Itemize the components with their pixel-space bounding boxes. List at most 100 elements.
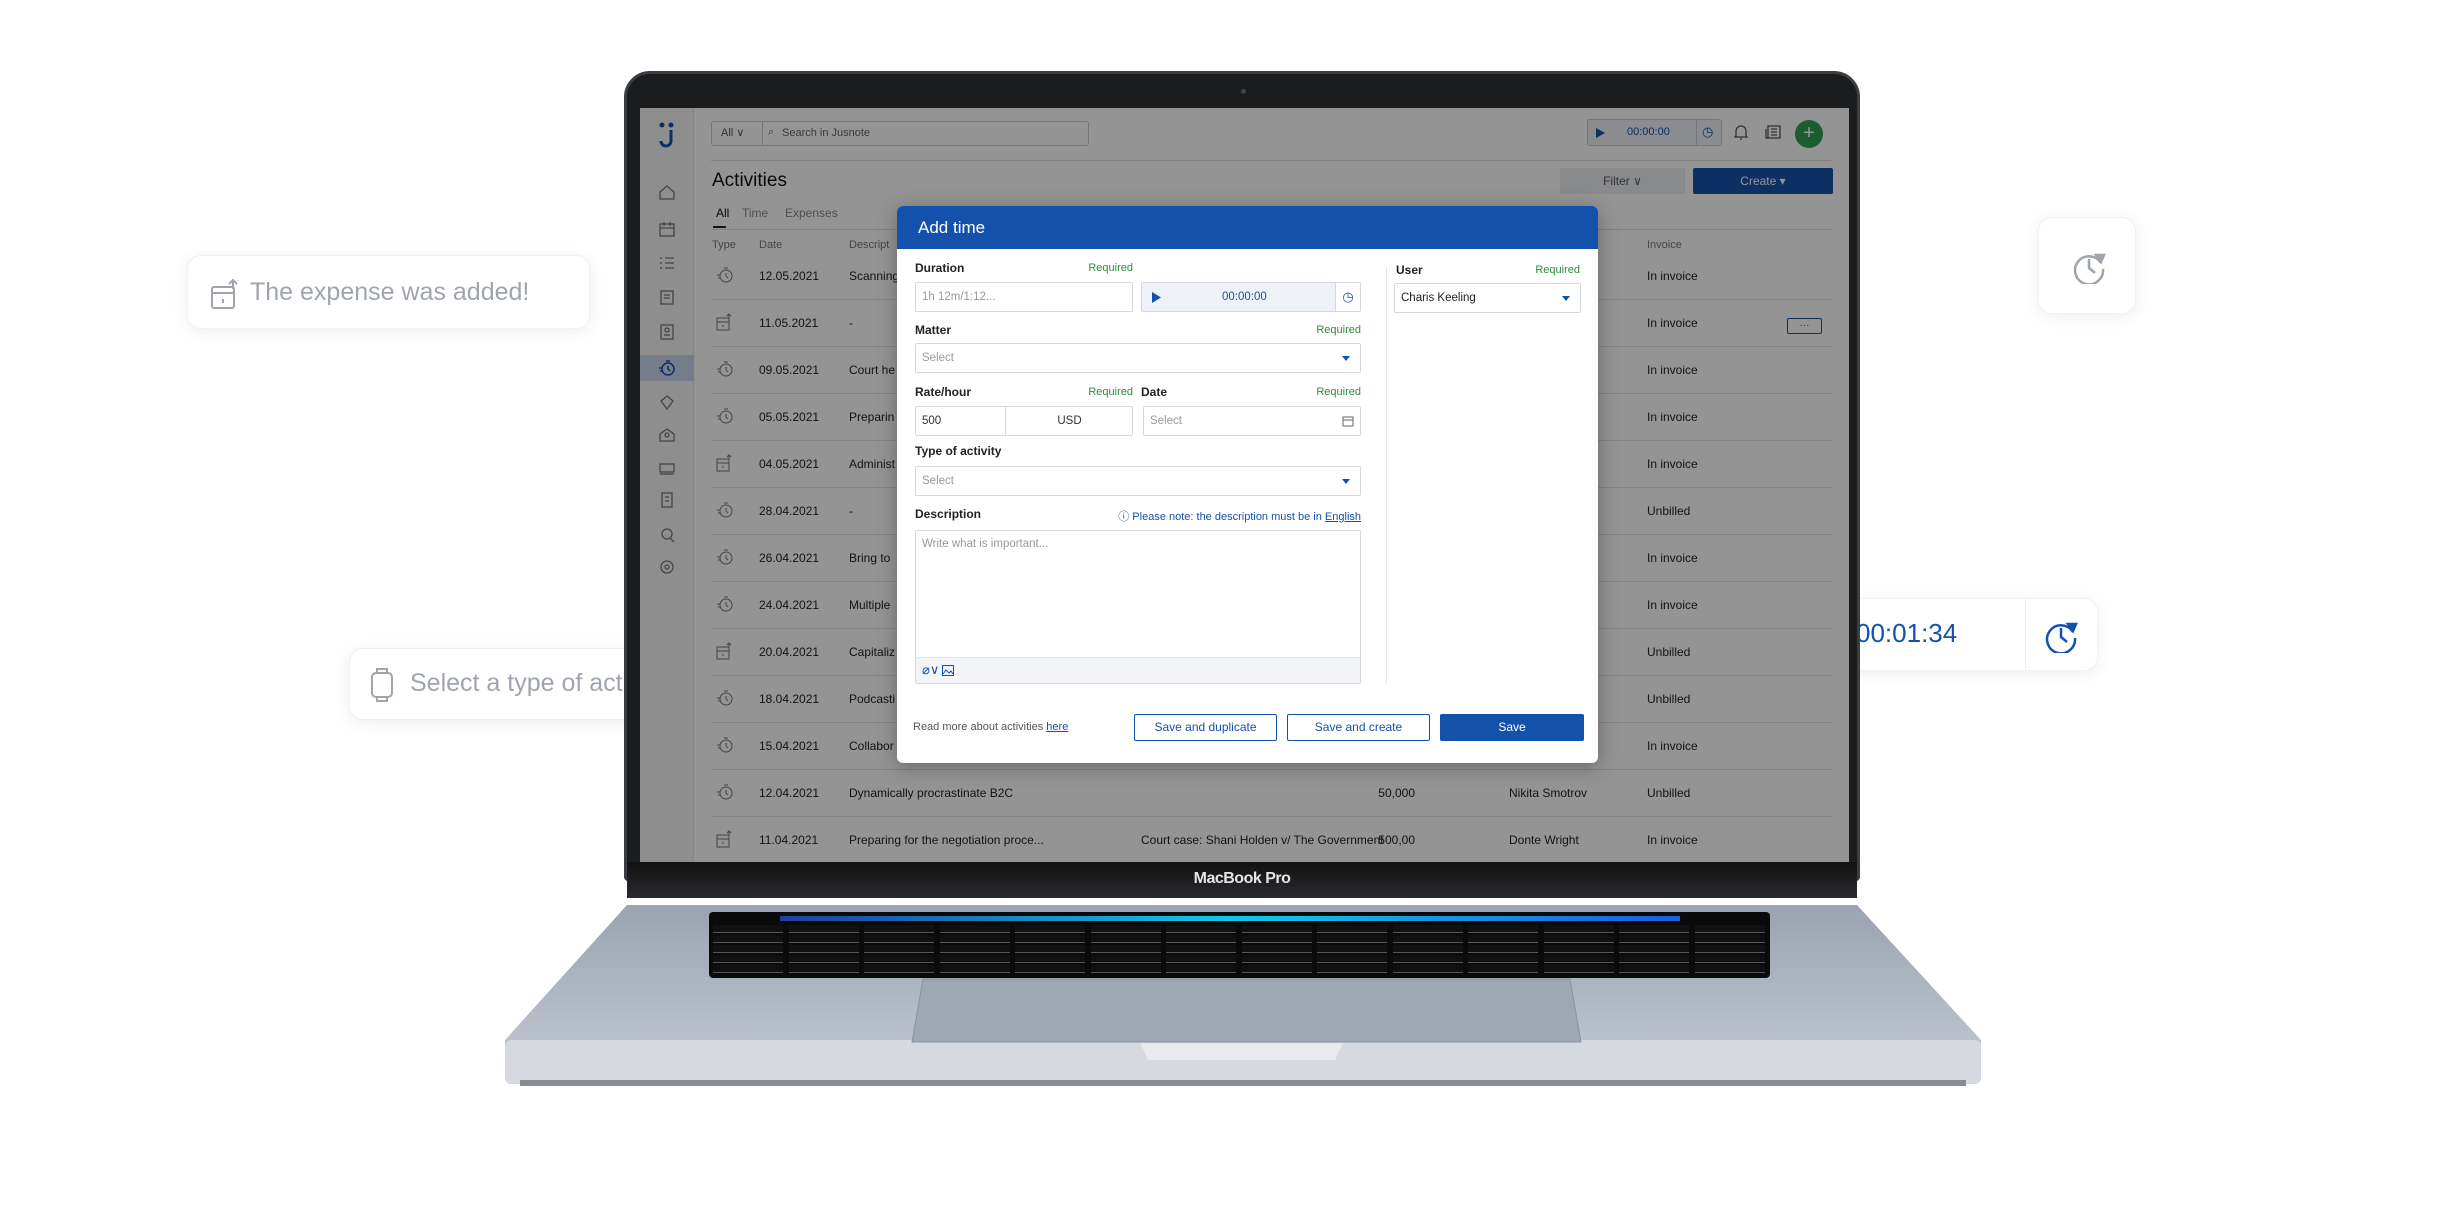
contacts-icon[interactable] [658, 323, 676, 341]
play-icon[interactable] [1596, 128, 1605, 138]
user-select[interactable]: Charis Keeling [1394, 283, 1581, 313]
expense-icon [716, 642, 732, 660]
search-input[interactable]: Search in Jusnote [782, 122, 870, 145]
keyboard-key [1166, 935, 1236, 943]
cell-invoice: In invoice [1647, 551, 1698, 565]
keyboard-key [713, 935, 783, 943]
search-scope-select[interactable]: All ∨ [712, 122, 763, 145]
tasks-icon[interactable] [658, 254, 676, 272]
documents-icon[interactable] [658, 288, 676, 306]
time-entry-icon [717, 737, 733, 753]
duration-input[interactable]: 1h 12m/1:12... [915, 282, 1133, 312]
keyboard-key [1317, 935, 1387, 943]
cell-user: Nikita Smotrov [1509, 786, 1588, 800]
keyboard-key [1392, 955, 1463, 963]
save-and-create-button[interactable]: Save and create [1287, 714, 1430, 741]
filter-label: Filter [1603, 174, 1630, 188]
search-bar[interactable]: All ∨ ⌕ Search in Jusnote [711, 121, 1089, 146]
tab-all[interactable]: All [716, 206, 729, 220]
payments-icon[interactable] [658, 459, 676, 477]
cell-date: 26.04.2021 [759, 551, 820, 565]
keyboard-key [1543, 935, 1614, 943]
keyboard-key [1015, 945, 1085, 953]
description-placeholder: Write what is important... [922, 538, 1049, 550]
cell-date: 11.04.2021 [759, 833, 819, 847]
cell-date: 24.04.2021 [759, 598, 820, 612]
jusnote-logo-icon[interactable] [657, 122, 677, 148]
activity-type-placeholder: Select [922, 475, 954, 487]
image-icon[interactable] [942, 665, 954, 676]
table-row[interactable]: 12.04.2021Dynamically procrastinate B2C-… [712, 770, 1832, 817]
tab-time[interactable]: Time [742, 206, 768, 220]
calendar-icon[interactable] [658, 220, 676, 238]
history-card[interactable] [2038, 217, 2136, 314]
save-and-duplicate-button[interactable]: Save and duplicate [1134, 714, 1277, 741]
expense-icon [211, 278, 238, 309]
watch-icon [371, 668, 393, 702]
keyboard-key [1468, 935, 1538, 943]
add-button[interactable]: + [1795, 120, 1823, 148]
create-button[interactable]: Create ▾ [1693, 168, 1833, 194]
reports-icon[interactable] [658, 526, 676, 544]
read-more-link[interactable]: here [1046, 721, 1068, 733]
invoices-icon[interactable] [658, 491, 676, 509]
read-more-label: Read more about activities [913, 721, 1044, 733]
cell-invoice: In invoice [1647, 739, 1698, 753]
duration-label: Duration [915, 261, 965, 275]
tab-expenses[interactable]: Expenses [785, 206, 838, 220]
user-value: Charis Keeling [1401, 292, 1476, 304]
save-button[interactable]: Save [1440, 714, 1584, 741]
table-row[interactable]: 11.04.2021 Preparing for the negotiation … [712, 817, 1832, 862]
date-input[interactable]: Select [1143, 406, 1361, 436]
divider [711, 160, 1831, 161]
bell-icon[interactable] [1734, 124, 1748, 140]
keyboard-key [1317, 945, 1387, 953]
cell-description: Preparin [849, 410, 895, 424]
required-label: Required [1316, 386, 1361, 398]
keyboard-key [1090, 955, 1161, 963]
keyboard-key [1619, 955, 1689, 963]
search-icon: ⌕ [768, 126, 775, 138]
home-icon[interactable] [658, 183, 676, 201]
matter-select[interactable]: Select [915, 343, 1361, 373]
billing-icon[interactable] [658, 393, 676, 411]
inbox-icon[interactable] [658, 426, 676, 444]
modal-title: Add time [897, 206, 1598, 249]
keyboard-key [939, 945, 1010, 953]
activities-icon[interactable] [658, 359, 676, 377]
history-icon[interactable]: ◷ [1335, 283, 1360, 311]
filter-button[interactable]: Filter ∨ [1560, 168, 1685, 194]
cell-description: Capitaliz [849, 645, 896, 659]
history-icon[interactable]: ◷ [1702, 124, 1713, 140]
row-more-button[interactable]: ··· [1787, 318, 1822, 334]
keyboard-key [939, 925, 1010, 933]
keyboard-key [1543, 925, 1614, 933]
news-icon[interactable] [1765, 125, 1781, 139]
settings-icon[interactable] [658, 558, 676, 576]
time-entry-icon [717, 690, 733, 706]
keyboard-key [1090, 945, 1161, 953]
note-text: Please note: the description must be in [1132, 511, 1322, 523]
divider [1696, 120, 1697, 145]
keyboard-key [1241, 925, 1312, 933]
currency-select[interactable]: USD [1005, 407, 1133, 435]
rate-input[interactable]: 500 USD [915, 406, 1133, 436]
activity-type-select[interactable]: Select [915, 466, 1361, 496]
time-entry-icon [717, 408, 733, 424]
keyboard [713, 925, 1765, 973]
touch-bar [780, 916, 1680, 921]
date-label: Date [1141, 385, 1168, 399]
calendar-icon[interactable] [1342, 415, 1354, 427]
cell-invoice: Unbilled [1647, 645, 1691, 659]
keyboard-key [1392, 935, 1463, 943]
keyboard-key [939, 965, 1010, 973]
description-textarea[interactable]: Write what is important... ⌀∨ [915, 530, 1361, 684]
cell-invoice: In invoice [1647, 833, 1698, 847]
cell-date: 04.05.2021 [759, 457, 820, 471]
english-link[interactable]: English [1325, 511, 1361, 523]
time-entry-icon [717, 502, 733, 518]
attach-icon[interactable]: ⌀∨ [922, 661, 939, 679]
history-icon[interactable] [2044, 619, 2078, 653]
play-icon[interactable] [1152, 292, 1161, 303]
cell-invoice: In invoice [1647, 598, 1698, 612]
